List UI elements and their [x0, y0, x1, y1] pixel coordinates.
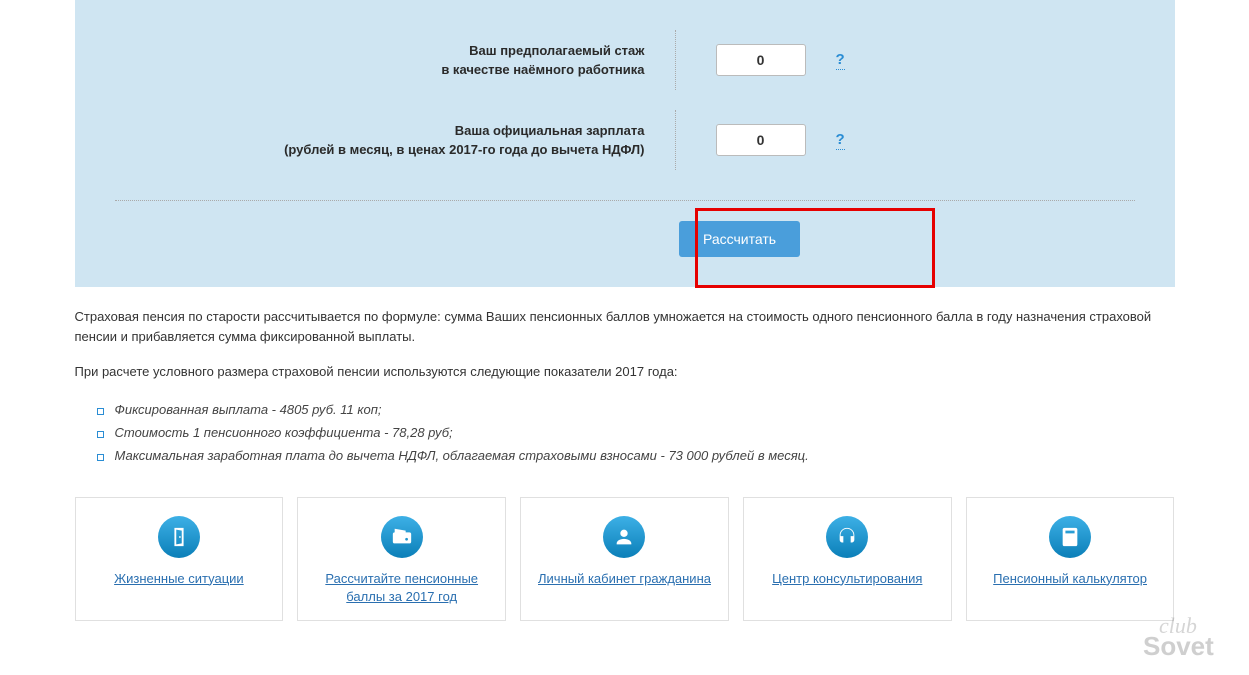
service-card-pension-points[interactable]: Рассчитайте пенсионные баллы за 2017 год	[297, 497, 506, 621]
service-card-life-situations[interactable]: Жизненные ситуации	[75, 497, 284, 621]
experience-input[interactable]	[716, 44, 806, 76]
submit-row: Рассчитать	[115, 201, 1135, 257]
help-icon[interactable]: ?	[836, 131, 845, 150]
field-salary-label: Ваша официальная зарплата (рублей в меся…	[115, 121, 675, 160]
field-experience: Ваш предполагаемый стаж в качестве наёмн…	[115, 10, 1135, 90]
services-row: Жизненные ситуации Рассчитайте пенсионны…	[75, 497, 1175, 621]
service-link[interactable]: Личный кабинет гражданина	[538, 570, 711, 588]
info-paragraph-1: Страховая пенсия по старости рассчитывае…	[75, 307, 1175, 346]
svg-text:Sovet: Sovet	[1143, 631, 1214, 661]
info-bullet-list: Фиксированная выплата - 4805 руб. 11 коп…	[75, 398, 1175, 467]
wallet-icon	[381, 516, 423, 558]
service-card-personal-cabinet[interactable]: Личный кабинет гражданина	[520, 497, 729, 621]
door-icon	[158, 516, 200, 558]
calculate-button[interactable]: Рассчитать	[679, 221, 800, 257]
salary-input[interactable]	[716, 124, 806, 156]
list-item: Фиксированная выплата - 4805 руб. 11 коп…	[115, 398, 1175, 421]
headset-icon	[826, 516, 868, 558]
info-paragraph-2: При расчете условного размера страховой …	[75, 362, 1175, 382]
service-card-consulting[interactable]: Центр консультирования	[743, 497, 952, 621]
service-link[interactable]: Рассчитайте пенсионные баллы за 2017 год	[308, 570, 495, 606]
list-item: Стоимость 1 пенсионного коэффициента - 7…	[115, 421, 1175, 444]
list-item: Максимальная заработная плата до вычета …	[115, 444, 1175, 467]
service-link[interactable]: Жизненные ситуации	[114, 570, 244, 588]
service-card-calculator[interactable]: Пенсионный калькулятор	[966, 497, 1175, 621]
field-experience-label: Ваш предполагаемый стаж в качестве наёмн…	[115, 41, 675, 80]
service-link[interactable]: Пенсионный калькулятор	[993, 570, 1147, 588]
field-salary: Ваша официальная зарплата (рублей в меся…	[115, 90, 1135, 170]
vertical-divider	[675, 30, 676, 90]
help-icon[interactable]: ?	[836, 51, 845, 70]
calculator-icon	[1049, 516, 1091, 558]
vertical-divider	[675, 110, 676, 170]
calculator-panel: Ваш предполагаемый стаж в качестве наёмн…	[75, 0, 1175, 287]
user-icon	[603, 516, 645, 558]
service-link[interactable]: Центр консультирования	[772, 570, 922, 588]
